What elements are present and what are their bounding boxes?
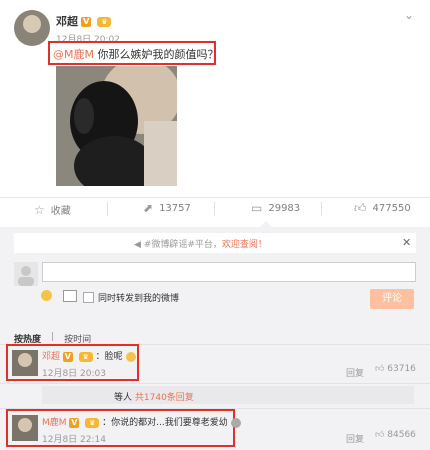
- like-count: 477550: [372, 202, 411, 214]
- comment-2-body: M鹿M V ♛ ：你说的都对...我们要尊老爱幼: [42, 415, 241, 428]
- verified-icon: V: [62, 351, 73, 362]
- mention-link[interactable]: @M鹿M: [53, 48, 94, 61]
- action-separator-1: [107, 202, 108, 216]
- member-crown-icon: ♛: [78, 351, 93, 362]
- thumbs-up-icon: 👍︎: [375, 430, 385, 440]
- default-user-icon: [18, 266, 34, 286]
- comment-1-author[interactable]: 邓超: [42, 352, 60, 362]
- favorite-button[interactable]: ☆ 收藏: [34, 202, 71, 218]
- repost-checkbox-row[interactable]: 同时转发到我的微博: [83, 291, 179, 304]
- comment-1-reply[interactable]: 回复: [346, 366, 364, 379]
- notice-text-row: ◀ #微博辟谣#平台，欢迎查阅！: [134, 237, 267, 251]
- comment-2-time: 12月8日 22:14: [42, 435, 106, 445]
- comment-1-time: 12月8日 20:03: [42, 369, 106, 379]
- repost-button[interactable]: ⬈ 13757: [143, 202, 191, 214]
- verified-icon: V: [81, 17, 92, 27]
- emoji-icon[interactable]: [41, 290, 52, 301]
- repost-icon: ⬈: [143, 201, 154, 215]
- photo-illustration: [56, 66, 177, 186]
- author-avatar[interactable]: [14, 10, 50, 46]
- comment-1-text: ：脸呢: [95, 352, 123, 362]
- post-body: 你那么嫉妒我的颜值吗？: [93, 48, 219, 61]
- face-emoji-icon: [125, 351, 136, 362]
- favorite-label: 收藏: [50, 206, 71, 217]
- composer-avatar: [14, 262, 38, 286]
- like-button[interactable]: 👍︎ 477550: [354, 202, 411, 214]
- face-emoji-icon: [230, 417, 241, 428]
- action-separator-2: [214, 202, 215, 216]
- sub-replies-link[interactable]: 共1740条回复: [135, 393, 194, 403]
- thumbs-up-icon: 👍︎: [375, 364, 385, 374]
- repost-count: 13757: [159, 202, 191, 214]
- comment-1-like-count: 63716: [387, 364, 416, 374]
- sub-replies-prefix: 等人: [114, 393, 133, 403]
- comment-1-like[interactable]: 👍︎ 63716: [375, 364, 416, 374]
- notice-text: #微博辟谣#平台，: [143, 240, 222, 250]
- verified-icon: V: [69, 417, 80, 428]
- repost-checkbox-label: 同时转发到我的微博: [98, 294, 180, 304]
- comment-2-reply[interactable]: 回复: [346, 432, 364, 445]
- sub-replies-text: 等人 共1740条回复: [114, 390, 194, 403]
- comment-1-avatar[interactable]: [12, 350, 38, 376]
- post-author-name[interactable]: 邓超: [56, 15, 78, 28]
- post-text: @M鹿M 你那么嫉妒我的颜值吗？: [53, 46, 218, 62]
- comment-2-like[interactable]: 👍︎ 84566: [375, 430, 416, 440]
- post-photo[interactable]: [56, 66, 177, 186]
- comment-2-avatar[interactable]: [12, 415, 38, 441]
- comment-input[interactable]: [42, 262, 416, 282]
- member-crown-icon: ♛: [85, 417, 100, 428]
- comment-1-divider: [0, 383, 430, 384]
- comment-count: 29983: [268, 202, 301, 214]
- post-author-row: 邓超 V ♛: [56, 13, 112, 29]
- close-icon[interactable]: ✕: [402, 236, 411, 249]
- comment-icon: ▭: [251, 201, 263, 215]
- megaphone-icon: ◀: [134, 240, 141, 250]
- repost-checkbox[interactable]: [83, 292, 94, 303]
- chevron-down-icon[interactable]: ⌄: [404, 8, 414, 22]
- comment-2-author[interactable]: M鹿M: [42, 418, 67, 428]
- star-icon: ☆: [34, 202, 45, 217]
- comment-1-body: 邓超 V ♛ ：脸呢: [42, 349, 136, 362]
- comment-2-like-count: 84566: [387, 430, 416, 440]
- action-separator-3: [321, 202, 322, 216]
- comment-button[interactable]: ▭ 29983: [251, 202, 300, 214]
- image-icon[interactable]: [63, 290, 77, 302]
- thumbs-up-icon: 👍︎: [354, 201, 367, 215]
- submit-comment-button[interactable]: 评论: [370, 289, 414, 309]
- divider-top: [0, 197, 430, 198]
- notice-link[interactable]: 欢迎查阅！: [222, 240, 267, 250]
- sub-replies-box: [42, 386, 414, 404]
- member-crown-icon: ♛: [97, 17, 112, 27]
- comment-2-text: ：你说的都对...我们要尊老爱幼: [102, 418, 228, 428]
